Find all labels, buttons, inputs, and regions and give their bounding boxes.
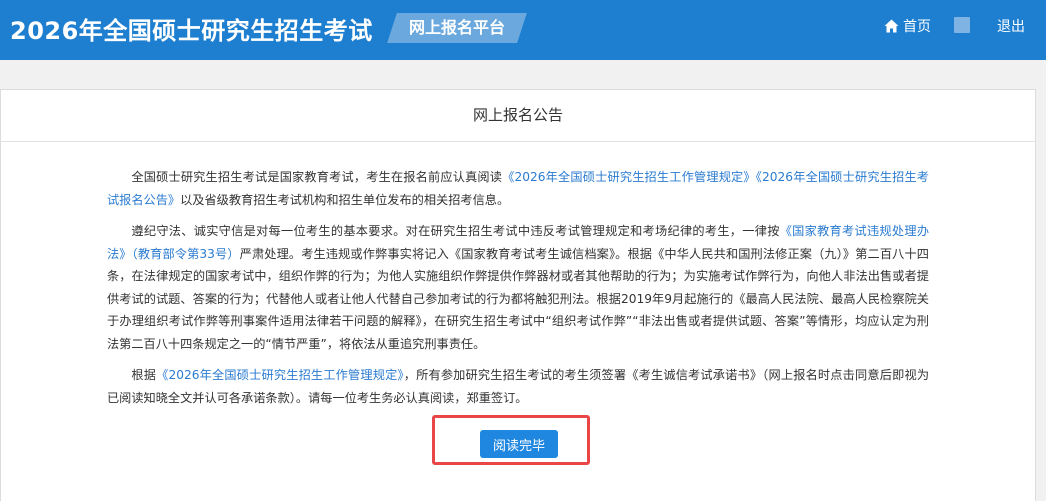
platform-tag: 网上报名平台 xyxy=(387,13,527,43)
notice-paragraph-3: 根据《2026年全国硕士研究生招生工作管理规定》，所有参加研究生招生考试的考生须… xyxy=(107,364,929,409)
avatar[interactable] xyxy=(954,17,970,33)
paragraph-text: 遵纪守法、诚实守信是对每一位考生的基本要求。对在研究生招生考试中违反考试管理规定… xyxy=(131,224,780,238)
paragraph-text: 全国硕士研究生招生考试是国家教育考试，考生在报名前应认真阅读 xyxy=(131,170,503,184)
paragraph-text: 根据 xyxy=(131,368,157,382)
notice-paragraph-1: 全国硕士研究生招生考试是国家教育考试，考生在报名前应认真阅读《2026年全国硕士… xyxy=(107,166,929,211)
notice-title: 网上报名公告 xyxy=(1,90,1035,142)
paragraph-text: 严肃处理。考生违规或作弊事实将记入《国家教育考试考生诚信档案》。根据《中华人民共… xyxy=(107,246,929,351)
home-link[interactable]: 首页 xyxy=(884,16,931,36)
logout-link[interactable]: 退出 xyxy=(997,16,1025,36)
management-rules-link[interactable]: 《2026年全国硕士研究生招生工作管理规定》 xyxy=(156,368,404,382)
notice-paragraph-2: 遵纪守法、诚实守信是对每一位考生的基本要求。对在研究生招生考试中违反考试管理规定… xyxy=(107,220,929,355)
notice-panel: 网上报名公告 全国硕士研究生招生考试是国家教育考试，考生在报名前应认真阅读《20… xyxy=(0,89,1036,501)
home-icon xyxy=(884,19,899,33)
platform-tag-label: 网上报名平台 xyxy=(408,18,505,37)
site-title: 2026年全国硕士研究生招生考试 xyxy=(10,17,373,45)
notice-body: 全国硕士研究生招生考试是国家教育考试，考生在报名前应认真阅读《2026年全国硕士… xyxy=(107,166,929,418)
finish-reading-button[interactable]: 阅读完毕 xyxy=(480,430,558,458)
top-header: 2026年全国硕士研究生招生考试 网上报名平台 首页 退出 xyxy=(0,0,1046,60)
paragraph-text: 以及省级教育招生考试机构和招生单位发布的相关招考信息。 xyxy=(180,192,510,207)
home-link-label: 首页 xyxy=(903,19,931,35)
